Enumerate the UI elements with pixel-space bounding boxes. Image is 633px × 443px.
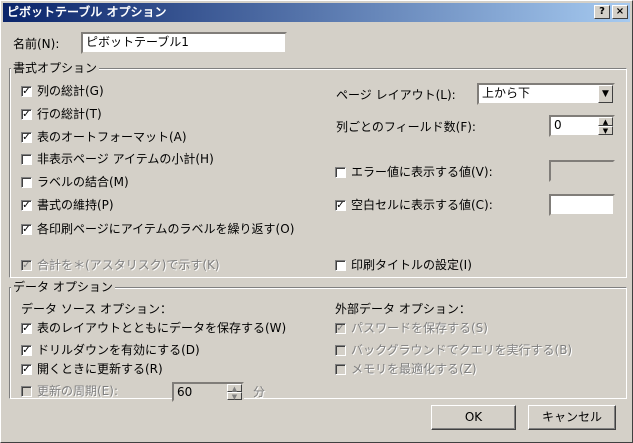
format-checkbox-3[interactable] <box>21 154 32 165</box>
spin-down-icon[interactable]: ▼ <box>598 126 613 135</box>
dialog-title: ピボットテーブル オプション <box>7 5 167 19</box>
format-label-0: 列の総計(G) <box>37 84 104 98</box>
format-checkbox-5[interactable]: ✓ <box>21 200 32 211</box>
page-layout-select[interactable]: 上から下 <box>477 83 615 105</box>
source-label-0: 表のレイアウトとともにデータを保存する(W) <box>37 321 287 335</box>
name-input[interactable]: ピボットテーブル1 <box>81 32 287 54</box>
external-label-0: パスワードを保存する(S) <box>351 321 488 335</box>
title-bar: ピボットテーブル オプション <box>3 3 630 22</box>
format-checkbox-2[interactable]: ✓ <box>21 132 32 143</box>
format-label-6: 各印刷ページにアイテムのラベルを繰り返す(O) <box>37 222 295 236</box>
external-checkbox-2[interactable] <box>335 364 346 375</box>
external-checkbox-0[interactable]: ✓ <box>335 323 346 334</box>
external-data-title: 外部データ オプション： <box>335 302 471 316</box>
empty-cells-label: 空白セルに表示する値(C): <box>351 198 493 212</box>
help-button[interactable]: ? <box>594 5 610 19</box>
format-label-5: 書式の維持(P) <box>37 198 114 212</box>
format-label-7: 合計を＊(アスタリスク)で示す(K) <box>37 258 220 272</box>
cancel-button[interactable]: キャンセル <box>528 405 616 430</box>
format-checkbox-4[interactable] <box>21 177 32 188</box>
error-values-checkbox[interactable] <box>335 167 346 178</box>
format-label-2: 表のオートフォーマット(A) <box>37 130 187 144</box>
format-checkbox-0[interactable]: ✓ <box>21 86 32 97</box>
page-layout-value: 上から下 <box>482 86 531 100</box>
close-button[interactable]: × <box>612 5 628 19</box>
source-checkbox-2[interactable]: ✓ <box>21 364 32 375</box>
error-values-input[interactable] <box>549 160 615 182</box>
minutes-unit-label: 分 <box>253 385 266 399</box>
format-label-4: ラベルの結合(M) <box>37 175 129 189</box>
format-checkbox-1[interactable]: ✓ <box>21 109 32 120</box>
name-label: 名前(N): <box>13 37 60 51</box>
format-checkbox-7[interactable]: ✓ <box>21 260 32 271</box>
empty-cells-checkbox[interactable]: ✓ <box>335 200 346 211</box>
source-checkbox-3[interactable] <box>21 386 32 397</box>
spin-down-icon[interactable]: ▼ <box>227 392 242 401</box>
pivot-options-dialog: ピボットテーブル オプション ? × 名前(N): ピボットテーブル1 書式オプ… <box>0 0 633 443</box>
chevron-down-icon[interactable]: ▼ <box>598 85 613 103</box>
format-label-3: 非表示ページ アイテムの小計(H) <box>37 152 214 166</box>
data-source-title: データ ソース オプション： <box>21 302 173 316</box>
spin-up-icon[interactable]: ▲ <box>598 117 613 126</box>
empty-cells-input[interactable] <box>549 194 615 216</box>
source-checkbox-1[interactable]: ✓ <box>21 345 32 356</box>
external-checkbox-1[interactable] <box>335 345 346 356</box>
format-checkbox-6[interactable]: ✓ <box>21 224 32 235</box>
source-checkbox-0[interactable]: ✓ <box>21 323 32 334</box>
source-label-2: 開くときに更新する(R) <box>37 362 163 376</box>
external-label-1: バックグラウンドでクエリを実行する(B) <box>351 343 573 357</box>
error-values-label: エラー値に表示する値(V): <box>351 165 493 179</box>
print-titles-checkbox[interactable] <box>335 260 346 271</box>
source-label-3: 更新の周期(E): <box>37 384 118 398</box>
data-options-title: データ オプション <box>11 280 115 294</box>
ok-button[interactable]: OK <box>431 405 516 430</box>
spin-up-icon[interactable]: ▲ <box>227 384 242 393</box>
format-label-1: 行の総計(T) <box>37 107 102 121</box>
print-titles-label: 印刷タイトルの設定(I) <box>351 258 472 272</box>
source-label-1: ドリルダウンを有効にする(D) <box>37 343 200 357</box>
format-options-title: 書式オプション <box>11 61 100 75</box>
fields-per-column-label: 列ごとのフィールド数(F): <box>336 120 476 134</box>
page-layout-label: ページ レイアウト(L): <box>336 88 456 102</box>
external-label-2: メモリを最適化する(Z) <box>351 362 477 376</box>
